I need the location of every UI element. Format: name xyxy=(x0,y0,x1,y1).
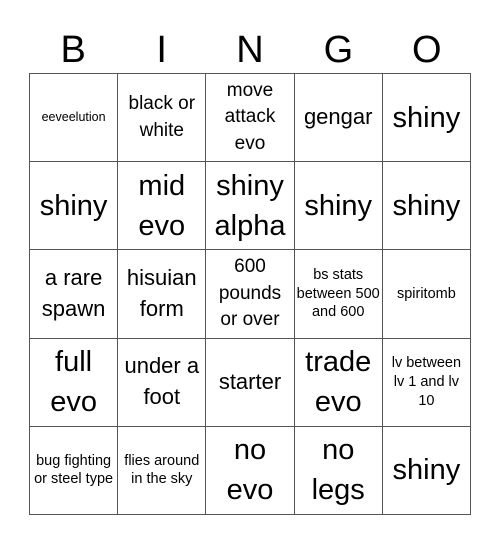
cell-label: black or white xyxy=(128,93,196,141)
cell-label: shiny alpha xyxy=(214,169,286,242)
bingo-cell-r1c2[interactable]: black or white xyxy=(118,74,207,163)
header-letter-o: O xyxy=(412,29,442,71)
bingo-cell-r3c2[interactable]: hisuian form xyxy=(118,250,207,339)
cell-label: a rare spawn xyxy=(41,265,106,321)
bingo-cell-r1c5[interactable]: shiny xyxy=(382,74,471,163)
cell-label: spiritomb xyxy=(396,285,456,302)
cell-label: full evo xyxy=(50,346,97,419)
bingo-cell-r4c1[interactable]: full evo xyxy=(30,338,119,427)
header-letter-i: I xyxy=(156,29,167,71)
header-letter-n: N xyxy=(236,29,264,71)
bingo-cell-r5c4[interactable]: no legs xyxy=(294,426,383,515)
cell-label: gengar xyxy=(303,104,373,130)
bingo-cell-r1c4[interactable]: gengar xyxy=(294,74,383,163)
bingo-cell-r5c2[interactable]: flies around in the sky xyxy=(118,426,207,515)
bingo-cell-r1c3[interactable]: move attack evo xyxy=(206,74,295,163)
cell-label: flies around in the sky xyxy=(124,452,200,488)
bingo-header: B I N G O xyxy=(29,27,471,73)
bingo-cell-r5c1[interactable]: bug fighting or steel type xyxy=(30,426,119,515)
bingo-cell-r4c5[interactable]: lv between lv 1 and lv 10 xyxy=(382,338,471,427)
cell-label: mid evo xyxy=(138,169,186,242)
cell-label: bs stats between 500 and 600 xyxy=(296,266,380,321)
bingo-cell-r4c3[interactable]: starter xyxy=(206,338,295,427)
cell-label: under a foot xyxy=(124,353,200,410)
cell-label: lv between lv 1 and lv 10 xyxy=(391,354,462,409)
bingo-cell-r2c2[interactable]: mid evo xyxy=(118,162,207,251)
bingo-cell-r3c4[interactable]: bs stats between 500 and 600 xyxy=(294,250,383,339)
bingo-cell-r3c5[interactable]: spiritomb xyxy=(382,250,471,339)
cell-label: no legs xyxy=(311,434,365,507)
bingo-cell-r4c2[interactable]: under a foot xyxy=(118,338,207,427)
cell-label: eeveelution xyxy=(41,110,106,125)
cell-label: shiny xyxy=(392,101,461,134)
cell-label: shiny xyxy=(392,189,461,222)
cell-label: starter xyxy=(218,368,282,394)
bingo-cell-r1c1[interactable]: eeveelution xyxy=(30,74,119,163)
bingo-cell-r2c1[interactable]: shiny xyxy=(30,162,119,251)
cell-label: trade evo xyxy=(305,346,372,419)
cell-label: shiny xyxy=(392,454,461,487)
cell-label: move attack evo xyxy=(224,79,276,154)
bingo-cell-r5c3[interactable]: no evo xyxy=(206,426,295,515)
cell-label: no evo xyxy=(226,434,274,507)
cell-label: shiny xyxy=(39,189,108,222)
header-letter-b: B xyxy=(60,29,86,71)
cell-label: hisuian form xyxy=(126,265,197,321)
header-letter-g: G xyxy=(323,29,354,71)
bingo-board: eeveelution black or white move attack e… xyxy=(29,73,471,515)
bingo-cell-r5c5[interactable]: shiny xyxy=(382,426,471,515)
bingo-cell-r3c3[interactable]: 600 pounds or over xyxy=(206,250,295,339)
bingo-cell-r2c4[interactable]: shiny xyxy=(294,162,383,251)
cell-label: shiny xyxy=(304,189,373,222)
bingo-cell-r3c1[interactable]: a rare spawn xyxy=(30,250,119,339)
bingo-cell-r4c4[interactable]: trade evo xyxy=(294,338,383,427)
cell-label: 600 pounds or over xyxy=(218,256,282,331)
cell-label: bug fighting or steel type xyxy=(34,452,114,488)
bingo-cell-r2c5[interactable]: shiny xyxy=(382,162,471,251)
bingo-cell-r2c3[interactable]: shiny alpha xyxy=(206,162,295,251)
